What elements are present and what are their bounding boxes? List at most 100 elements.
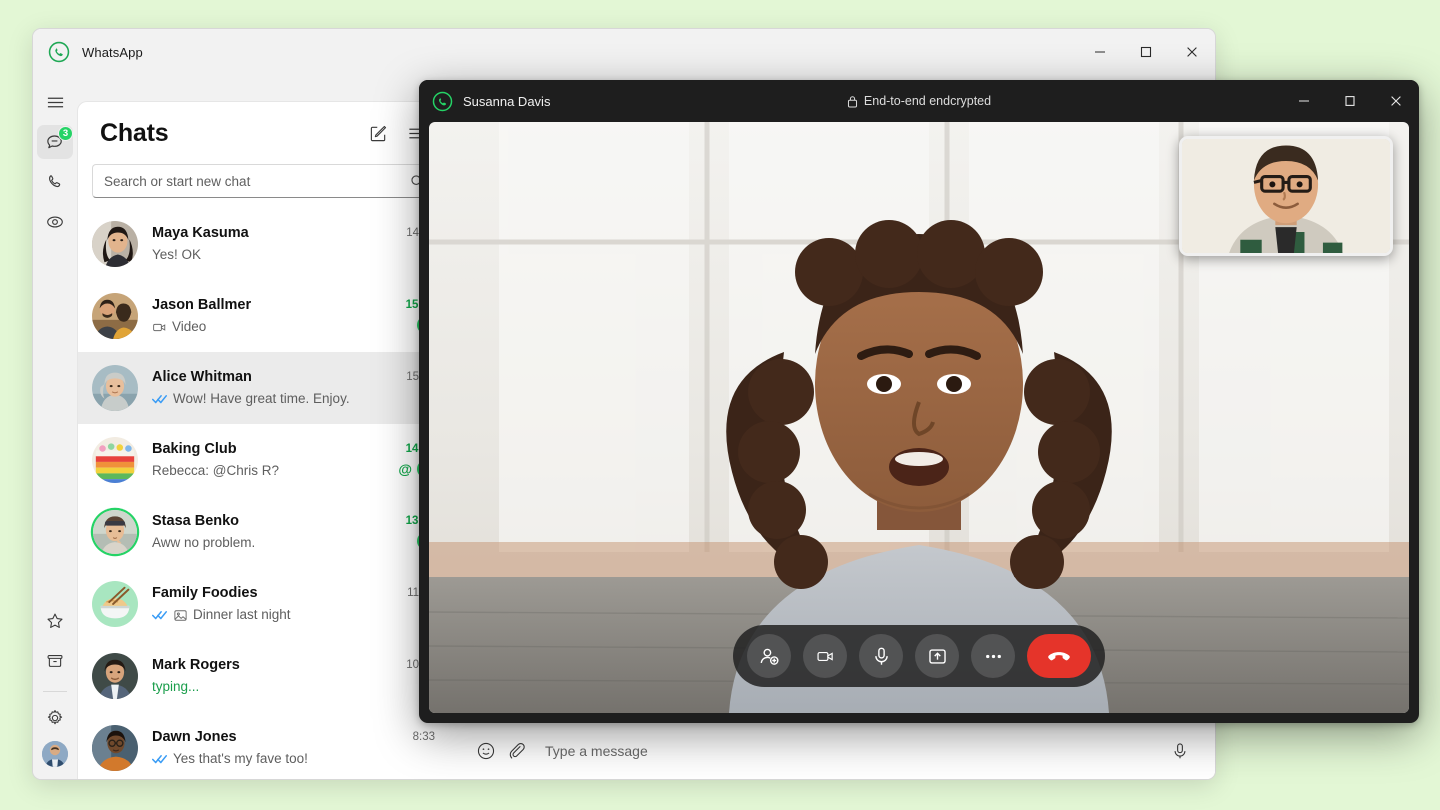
sidebar-item-calls[interactable] [37, 165, 73, 199]
chat-item-preview-text: typing... [152, 679, 200, 694]
search-box[interactable] [92, 164, 435, 198]
microphone-icon[interactable] [859, 634, 903, 678]
encryption-status: End-to-end endcrypted [847, 94, 991, 108]
chat-list-item[interactable]: Jason BallmerVideo15:225 [78, 280, 449, 352]
chat-item-text: Dawn Jones Yes that's my fave too! [152, 727, 381, 769]
chat-item-name: Baking Club [152, 441, 237, 457]
screen: WhatsApp 3 Chats Search or start new cha… [0, 0, 1440, 810]
whatsapp-logo-icon [431, 90, 453, 112]
main-window-controls [1077, 29, 1215, 75]
app-title: WhatsApp [82, 44, 143, 60]
chat-list-rows: Maya KasumaYes! OK14:57Jason BallmerVide… [78, 208, 449, 774]
microphone-icon[interactable] [1165, 736, 1195, 766]
close-icon[interactable] [1373, 80, 1419, 122]
chat-item-name: Mark Rogers [152, 657, 240, 673]
chat-item-name: Maya Kasuma [152, 225, 249, 241]
message-input[interactable] [545, 742, 1165, 759]
whatsapp-logo-icon [47, 40, 71, 64]
lock-icon [847, 95, 858, 108]
avatar [92, 437, 138, 483]
encryption-label: End-to-end endcrypted [863, 94, 992, 108]
end-call-icon[interactable] [1027, 634, 1091, 678]
chat-item-preview: Video [152, 317, 381, 337]
maximize-icon[interactable] [1123, 29, 1169, 75]
image-photo-icon [173, 608, 188, 623]
chat-list-header: Chats [78, 102, 449, 164]
chat-item-preview: Rebecca: @Chris R? [152, 461, 381, 481]
minimize-icon[interactable] [1077, 29, 1123, 75]
chat-item-name: Family Foodies [152, 585, 258, 601]
close-icon[interactable] [1169, 29, 1215, 75]
sidebar-item-archived[interactable] [37, 644, 73, 678]
chat-item-name: Alice Whitman [152, 369, 252, 385]
chat-item-preview-text: Dinner last night [193, 607, 291, 622]
search-input[interactable] [93, 173, 434, 189]
profile-avatar[interactable] [42, 741, 68, 767]
chat-list-item[interactable]: Mark Rogerstyping...10:54 [78, 640, 449, 712]
chat-item-text: Family Foodies Dinner last night [152, 583, 381, 625]
chat-item-text: Mark Rogers typing... [152, 655, 381, 697]
attach-paperclip-icon[interactable] [501, 736, 531, 766]
chat-item-preview: Wow! Have great time. Enjoy. [152, 389, 381, 409]
chat-item-preview: typing... [152, 677, 381, 697]
rail-divider [43, 691, 67, 692]
maximize-icon[interactable] [1327, 80, 1373, 122]
avatar [92, 653, 138, 699]
self-video-feed[interactable] [1179, 136, 1393, 256]
chat-item-meta: 8:33 [381, 731, 435, 766]
add-person-icon[interactable] [747, 634, 791, 678]
chat-item-preview-text: Yes that's my fave too! [173, 751, 308, 766]
double-tick-icon [152, 609, 168, 621]
emoji-smiley-icon[interactable] [471, 736, 501, 766]
chat-list-item[interactable]: Dawn Jones Yes that's my fave too! 8:33 [78, 712, 449, 774]
message-composer [449, 719, 1215, 779]
settings-gear-icon[interactable] [37, 701, 73, 735]
avatar [92, 581, 138, 627]
chat-item-text: Maya Kasuma Yes! OK [152, 223, 381, 265]
chat-item-name: Jason Ballmer [152, 297, 252, 313]
avatar [93, 510, 137, 554]
chat-item-preview: Dinner last night [152, 605, 381, 625]
hamburger-menu-icon[interactable] [37, 85, 73, 119]
chat-item-name: Stasa Benko [152, 513, 240, 529]
chat-item-preview-text: Yes! OK [152, 247, 202, 262]
main-titlebar: WhatsApp [33, 29, 1215, 75]
chat-item-text: Alice Whitman Wow! Have great time. Enjoy… [152, 367, 381, 409]
chat-list-item[interactable]: Alice Whitman Wow! Have great time. Enjoy… [78, 352, 449, 424]
avatar [92, 725, 138, 771]
compose-new-chat-icon[interactable] [361, 116, 395, 150]
sidebar-item-starred[interactable] [37, 604, 73, 638]
call-video-stage [429, 122, 1409, 713]
video-camera-icon[interactable] [803, 634, 847, 678]
chat-item-text: Jason Ballmer Video [152, 295, 381, 337]
chat-list-item[interactable]: Baking ClubRebecca: @Chris R?14:43@1 [78, 424, 449, 496]
chat-item-preview-text: Rebecca: @Chris R? [152, 463, 279, 478]
chat-item-preview-text: Video [172, 319, 207, 334]
chat-item-name: Dawn Jones [152, 729, 237, 745]
chat-list-pane: Chats Search or start new chat Maya Kasu… [77, 101, 449, 779]
chat-item-timestamp: 8:33 [412, 730, 435, 743]
more-options-icon[interactable] [971, 634, 1015, 678]
video-call-window: Susanna Davis End-to-end endcrypted [419, 80, 1419, 723]
chat-item-preview-text: Aww no problem. [152, 535, 256, 550]
screen-share-icon[interactable] [915, 634, 959, 678]
sidebar-item-chats[interactable]: 3 [37, 125, 73, 159]
chat-item-preview-text: Wow! Have great time. Enjoy. [173, 391, 350, 406]
avatar [92, 221, 138, 267]
video-camera-icon [152, 320, 167, 335]
chat-item-preview: Aww no problem. [152, 533, 381, 553]
page-title: Chats [100, 118, 169, 147]
minimize-icon[interactable] [1281, 80, 1327, 122]
avatar [92, 365, 138, 411]
chats-unread-badge: 3 [58, 126, 73, 141]
call-window-controls [1281, 80, 1419, 122]
double-tick-icon [152, 393, 168, 405]
call-titlebar: Susanna Davis End-to-end endcrypted [419, 80, 1419, 122]
chat-list-item[interactable]: Family FoodiesDinner last night11:20 [78, 568, 449, 640]
double-tick-icon [152, 753, 168, 765]
chat-item-preview: Yes that's my fave too! [152, 749, 381, 769]
chat-list-item[interactable]: Maya KasumaYes! OK14:57 [78, 208, 449, 280]
chat-item-preview: Yes! OK [152, 245, 381, 265]
sidebar-item-status[interactable] [37, 205, 73, 239]
chat-list-item[interactable]: Stasa BenkoAww no problem.13:582 [78, 496, 449, 568]
